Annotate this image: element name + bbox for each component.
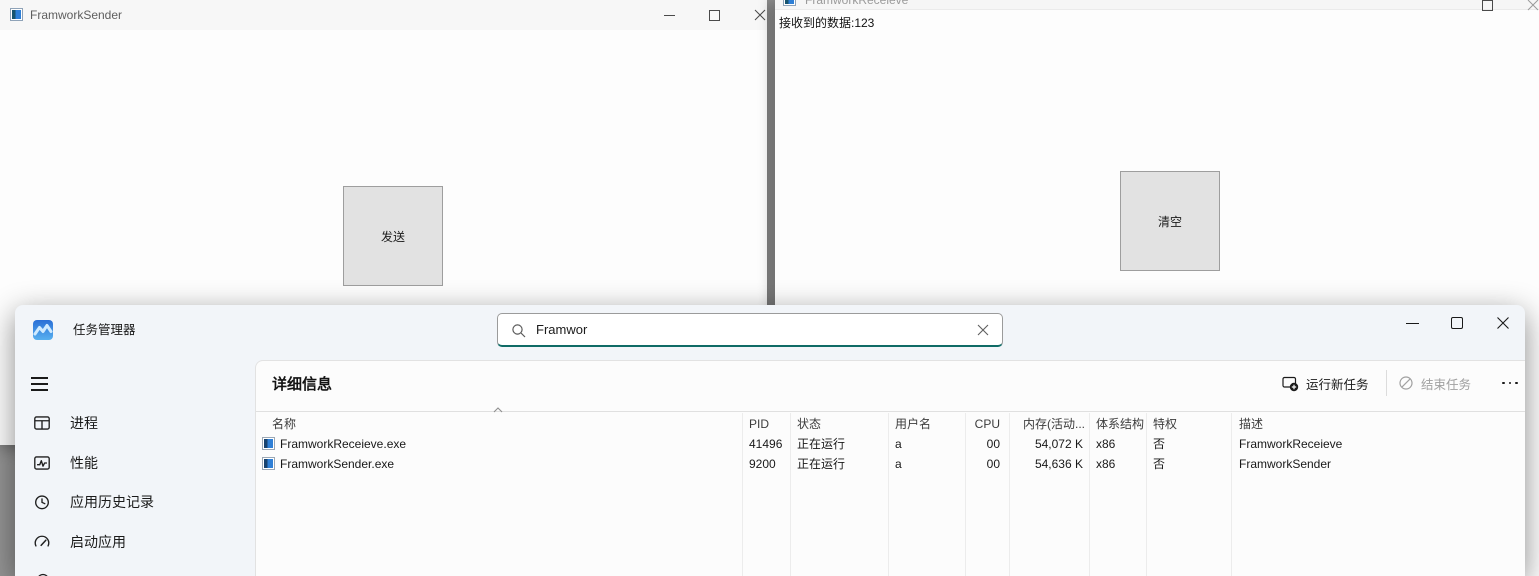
table-header-row: 名称 PID 状态 用户名 CPU 内存(活动... 体系结构 特权 描述 [256, 414, 1525, 434]
task-manager-window: 任务管理器 进程 [15, 305, 1525, 576]
sidebar-item-performance[interactable]: 性能 [15, 445, 240, 481]
processes-icon [33, 414, 51, 432]
cell-status: 正在运行 [797, 434, 845, 454]
cell-memory: 54,072 K [1009, 434, 1083, 454]
search-input[interactable] [536, 314, 956, 345]
cell-privilege: 否 [1153, 434, 1165, 454]
cell-architecture: x86 [1096, 434, 1115, 454]
maximize-icon [709, 10, 720, 21]
cell-architecture: x86 [1096, 454, 1115, 474]
sidebar-item-startup-apps[interactable]: 启动应用 [15, 524, 240, 560]
column-header-description[interactable]: 描述 [1239, 414, 1263, 434]
close-icon [754, 9, 766, 21]
cell-user: a [895, 434, 902, 454]
maximize-icon [1451, 317, 1463, 329]
clear-button[interactable]: 清空 [1120, 171, 1220, 271]
column-header-status[interactable]: 状态 [797, 414, 821, 434]
menu-toggle-button[interactable] [31, 375, 61, 395]
sidebar-item-processes[interactable]: 进程 [15, 405, 240, 441]
column-header-privilege[interactable]: 特权 [1153, 414, 1177, 434]
maximize-button[interactable] [1472, 0, 1502, 20]
receiver-titlebar[interactable]: FramworkReceieve [775, 0, 1539, 10]
minimize-button[interactable] [1392, 305, 1432, 341]
startup-apps-icon [33, 533, 51, 551]
sender-window-title: FramworkSender [30, 0, 122, 30]
run-new-task-icon [1282, 375, 1299, 392]
process-row-framworkreceieve[interactable]: FramworkReceieve.exe 41496 正在运行 a 00 54,… [256, 434, 1525, 454]
maximize-button[interactable] [699, 0, 729, 30]
sidebar-item-partial-icon[interactable] [35, 571, 51, 576]
close-icon [1496, 316, 1510, 330]
maximize-icon [1482, 0, 1493, 11]
task-manager-title: 任务管理器 [73, 305, 136, 355]
received-data-text: 接收到的数据:123 [779, 14, 874, 31]
column-header-user[interactable]: 用户名 [895, 414, 931, 434]
cell-description: FramworkSender [1239, 454, 1331, 474]
sender-app-icon [10, 8, 23, 21]
clear-search-icon[interactable] [976, 323, 990, 337]
cell-pid: 41496 [749, 434, 782, 454]
minimize-icon [664, 15, 675, 16]
cell-cpu: 00 [946, 454, 1000, 474]
performance-icon [33, 454, 51, 472]
cell-privilege: 否 [1153, 454, 1165, 474]
cell-description: FramworkReceieve [1239, 434, 1342, 454]
cell-cpu: 00 [946, 434, 1000, 454]
close-button[interactable] [745, 0, 767, 30]
sidebar-item-app-history[interactable]: 应用历史记录 [15, 484, 240, 520]
cell-name: FramworkSender.exe [280, 454, 394, 474]
page-title: 详细信息 [272, 373, 332, 394]
sort-ascending-icon [492, 406, 504, 414]
end-task-icon [1398, 375, 1414, 391]
cell-user: a [895, 454, 902, 474]
send-button[interactable]: 发送 [343, 186, 443, 286]
end-task-button[interactable]: 结束任务 [1398, 369, 1471, 397]
details-panel: 详细信息 运行新任务 结束任务 [255, 360, 1525, 576]
cell-pid: 9200 [749, 454, 776, 474]
search-icon [511, 323, 527, 339]
search-box[interactable] [497, 313, 1003, 347]
sender-titlebar[interactable]: FramworkSender [0, 0, 767, 30]
column-header-name[interactable]: 名称 [272, 414, 296, 434]
process-app-icon [262, 437, 275, 450]
column-header-memory[interactable]: 内存(活动... [1023, 414, 1085, 434]
cell-memory: 54,636 K [1009, 454, 1083, 474]
app-history-icon [33, 493, 51, 511]
close-icon [1527, 0, 1539, 11]
close-button[interactable] [1483, 305, 1523, 341]
toolbar-divider [1386, 370, 1387, 396]
receiver-window-title: FramworkReceieve [805, 0, 908, 7]
minimize-icon [1406, 323, 1419, 324]
process-table: 名称 PID 状态 用户名 CPU 内存(活动... 体系结构 特权 描述 [256, 411, 1525, 576]
column-header-pid[interactable]: PID [749, 414, 769, 434]
minimize-button[interactable] [654, 0, 684, 30]
process-row-framworksender[interactable]: FramworkSender.exe 9200 正在运行 a 00 54,636… [256, 454, 1525, 474]
maximize-button[interactable] [1437, 305, 1477, 341]
ellipsis-icon [1502, 382, 1505, 385]
column-header-cpu[interactable]: CPU [946, 414, 1000, 434]
receiver-app-icon [783, 0, 796, 6]
close-button[interactable] [1518, 0, 1539, 20]
desktop: FramworkSender 发送 FramworkReceieve 接收到的数… [0, 0, 1539, 576]
cell-name: FramworkReceieve.exe [280, 434, 406, 454]
column-header-architecture[interactable]: 体系结构 [1096, 414, 1144, 434]
more-options-button[interactable] [1494, 375, 1525, 391]
run-new-task-button[interactable]: 运行新任务 [1282, 369, 1369, 397]
process-app-icon [262, 457, 275, 470]
cell-status: 正在运行 [797, 454, 845, 474]
task-manager-icon [33, 320, 53, 340]
